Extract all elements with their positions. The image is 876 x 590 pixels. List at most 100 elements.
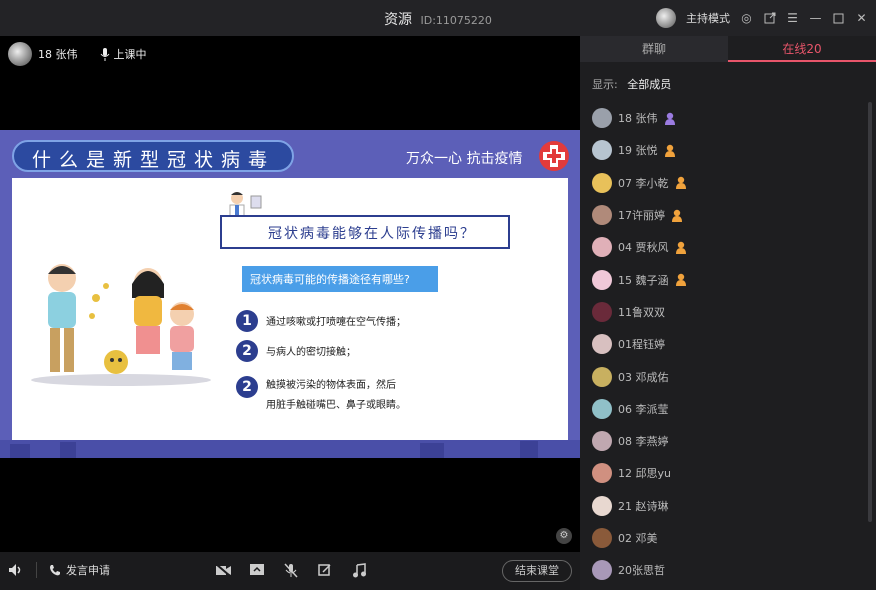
member-row[interactable]: 15 魏子涵 — [592, 263, 864, 295]
member-row[interactable]: 18 张伟 — [592, 102, 864, 134]
end-class-button[interactable]: 结束课堂 — [502, 560, 572, 582]
filter-label: 显示: — [592, 78, 618, 91]
tab-online[interactable]: 在线20 — [728, 36, 876, 62]
microphone-icon — [100, 47, 109, 61]
member-avatar — [592, 237, 612, 258]
member-avatar — [592, 495, 612, 516]
item-text: 通过咳嗽或打喷嚏在空气传播； — [266, 317, 406, 328]
member-name: 07 李小乾 — [618, 176, 669, 190]
member-row[interactable]: 19 张悦 — [592, 134, 864, 166]
member-row[interactable]: 03 邓成佑 — [592, 360, 864, 392]
slide-content-card: 冠状病毒能够在人际传播吗？ 冠状病毒可能的传播途径有哪些? 1 通过咳嗽或打喷嚏… — [12, 178, 568, 442]
minimize-icon[interactable]: — — [809, 11, 822, 25]
member-row[interactable]: 01程钰婷 — [592, 328, 864, 360]
members-panel: 群聊 在线20 显示: 全部成员 18 张伟 19 张悦 07 李小乾 17许丽婷 04… — [580, 36, 876, 590]
class-status: 上课中 — [113, 48, 147, 61]
video-settings-icon[interactable]: ⚙ — [556, 528, 572, 544]
member-avatar — [592, 108, 612, 129]
item-number: 2 — [236, 376, 258, 398]
speaker-icon[interactable] — [8, 563, 24, 577]
item-text: 与病人的密切接触； — [266, 347, 356, 358]
member-name: 15 魏子涵 — [618, 273, 669, 287]
question-text: 冠状病毒能够在人际传播吗？ — [268, 226, 476, 242]
tab-group-chat[interactable]: 群聊 — [580, 36, 728, 62]
member-avatar — [592, 431, 612, 452]
menu-icon[interactable]: ☰ — [786, 11, 799, 25]
member-avatar — [592, 269, 612, 290]
presenter-avatar — [8, 42, 32, 66]
member-avatar — [592, 140, 612, 161]
member-name: 03 邓成佑 — [618, 370, 669, 384]
video-area: 18 张伟 上课中 什么是新型冠状病毒 万众一心 抗击疫情 冠状病毒能够在人际传… — [0, 36, 580, 552]
member-name: 20张思哲 — [618, 564, 665, 578]
member-row[interactable]: 08 李燕婷 — [592, 425, 864, 457]
family-illustration-icon — [31, 264, 211, 386]
city-skyline-decoration — [0, 440, 580, 458]
member-row[interactable]: 11鲁双双 — [592, 296, 864, 328]
member-name: 12 邱思yu — [618, 467, 671, 481]
member-row[interactable]: 12 邱思yu — [592, 457, 864, 489]
member-avatar — [592, 301, 612, 322]
title-bar: 资源 ID:11075220 主持模式 ◎ ☰ — ✕ — [0, 0, 876, 36]
scrollbar[interactable] — [868, 102, 872, 522]
member-avatar — [592, 366, 612, 387]
question-box: 冠状病毒能够在人际传播吗？ — [220, 215, 510, 249]
member-avatar — [592, 172, 612, 193]
list-item: 2 与病人的密切接触； — [236, 340, 356, 363]
student-role-icon — [675, 273, 686, 287]
maximize-icon[interactable] — [832, 12, 845, 25]
member-avatar — [592, 334, 612, 355]
presenter-name: 18 张伟 — [38, 48, 78, 61]
close-icon[interactable]: ✕ — [855, 11, 868, 25]
subtitle-text: 冠状病毒可能的传播途径有哪些? — [250, 273, 410, 286]
edit-icon[interactable] — [316, 561, 334, 579]
window-title-text: 资源 — [384, 12, 413, 28]
member-name: 17许丽婷 — [618, 209, 665, 223]
item-number: 2 — [236, 340, 258, 362]
member-name: 04 贾秋风 — [618, 241, 669, 255]
member-filter[interactable]: 显示: 全部成员 — [592, 76, 671, 92]
screen-share-icon[interactable] — [248, 561, 266, 579]
member-name: 19 张悦 — [618, 144, 658, 158]
student-role-icon — [672, 209, 682, 222]
slide-slogan: 万众一心 抗击疫情 — [406, 151, 523, 167]
member-row[interactable]: 07 李小乾 — [592, 167, 864, 199]
member-row[interactable]: 17许丽婷 — [592, 199, 864, 231]
member-row[interactable]: 04 贾秋风 — [592, 231, 864, 263]
list-item: 2 触摸被污染的物体表面，然后 用脏手触碰嘴巴、鼻子或眼睛。 — [236, 376, 406, 416]
slide-header: 什么是新型冠状病毒 — [12, 140, 294, 172]
item-number: 1 — [236, 310, 258, 332]
filter-value[interactable]: 全部成员 — [627, 78, 671, 91]
item-text: 触摸被污染的物体表面，然后 用脏手触碰嘴巴、鼻子或眼睛。 — [266, 380, 406, 411]
member-name: 18 张伟 — [618, 112, 658, 126]
member-avatar — [592, 205, 612, 226]
phone-icon — [50, 565, 60, 576]
member-name: 06 李派莹 — [618, 402, 669, 416]
member-name: 11鲁双双 — [618, 305, 665, 319]
member-row[interactable]: 20张思哲 — [592, 554, 864, 586]
host-avatar[interactable] — [656, 8, 676, 28]
subtitle-banner: 冠状病毒可能的传播途径有哪些? — [242, 266, 438, 292]
speak-request-button[interactable]: 发言申请 — [49, 562, 110, 578]
host-mode-label[interactable]: 主持模式 — [686, 10, 730, 26]
student-role-icon — [664, 144, 675, 157]
presentation-slide: 什么是新型冠状病毒 万众一心 抗击疫情 冠状病毒能够在人际传播吗？ 冠状病毒可能 — [0, 130, 580, 458]
student-role-icon — [675, 177, 686, 190]
bottom-toolbar: 发言申请 结束课堂 — [0, 552, 580, 590]
room-id: ID:11075220 — [420, 14, 492, 27]
settings-icon[interactable]: ◎ — [740, 11, 753, 25]
camera-off-icon[interactable] — [214, 561, 232, 579]
member-row[interactable]: 21 赵诗琳 — [592, 490, 864, 522]
divider — [36, 562, 37, 578]
share-icon[interactable] — [763, 12, 776, 25]
music-icon[interactable] — [350, 561, 368, 579]
member-avatar — [592, 463, 612, 484]
member-avatar — [592, 398, 612, 419]
red-cross-icon — [539, 141, 569, 171]
member-name: 02 邓美 — [618, 532, 658, 545]
member-list: 18 张伟 19 张悦 07 李小乾 17许丽婷 04 贾秋风 15 魏子涵 11鲁双双 01… — [592, 102, 864, 586]
microphone-mute-icon[interactable] — [282, 561, 300, 579]
member-row[interactable]: 02 邓美 — [592, 522, 864, 554]
member-row[interactable]: 06 李派莹 — [592, 393, 864, 425]
member-avatar — [592, 560, 612, 581]
